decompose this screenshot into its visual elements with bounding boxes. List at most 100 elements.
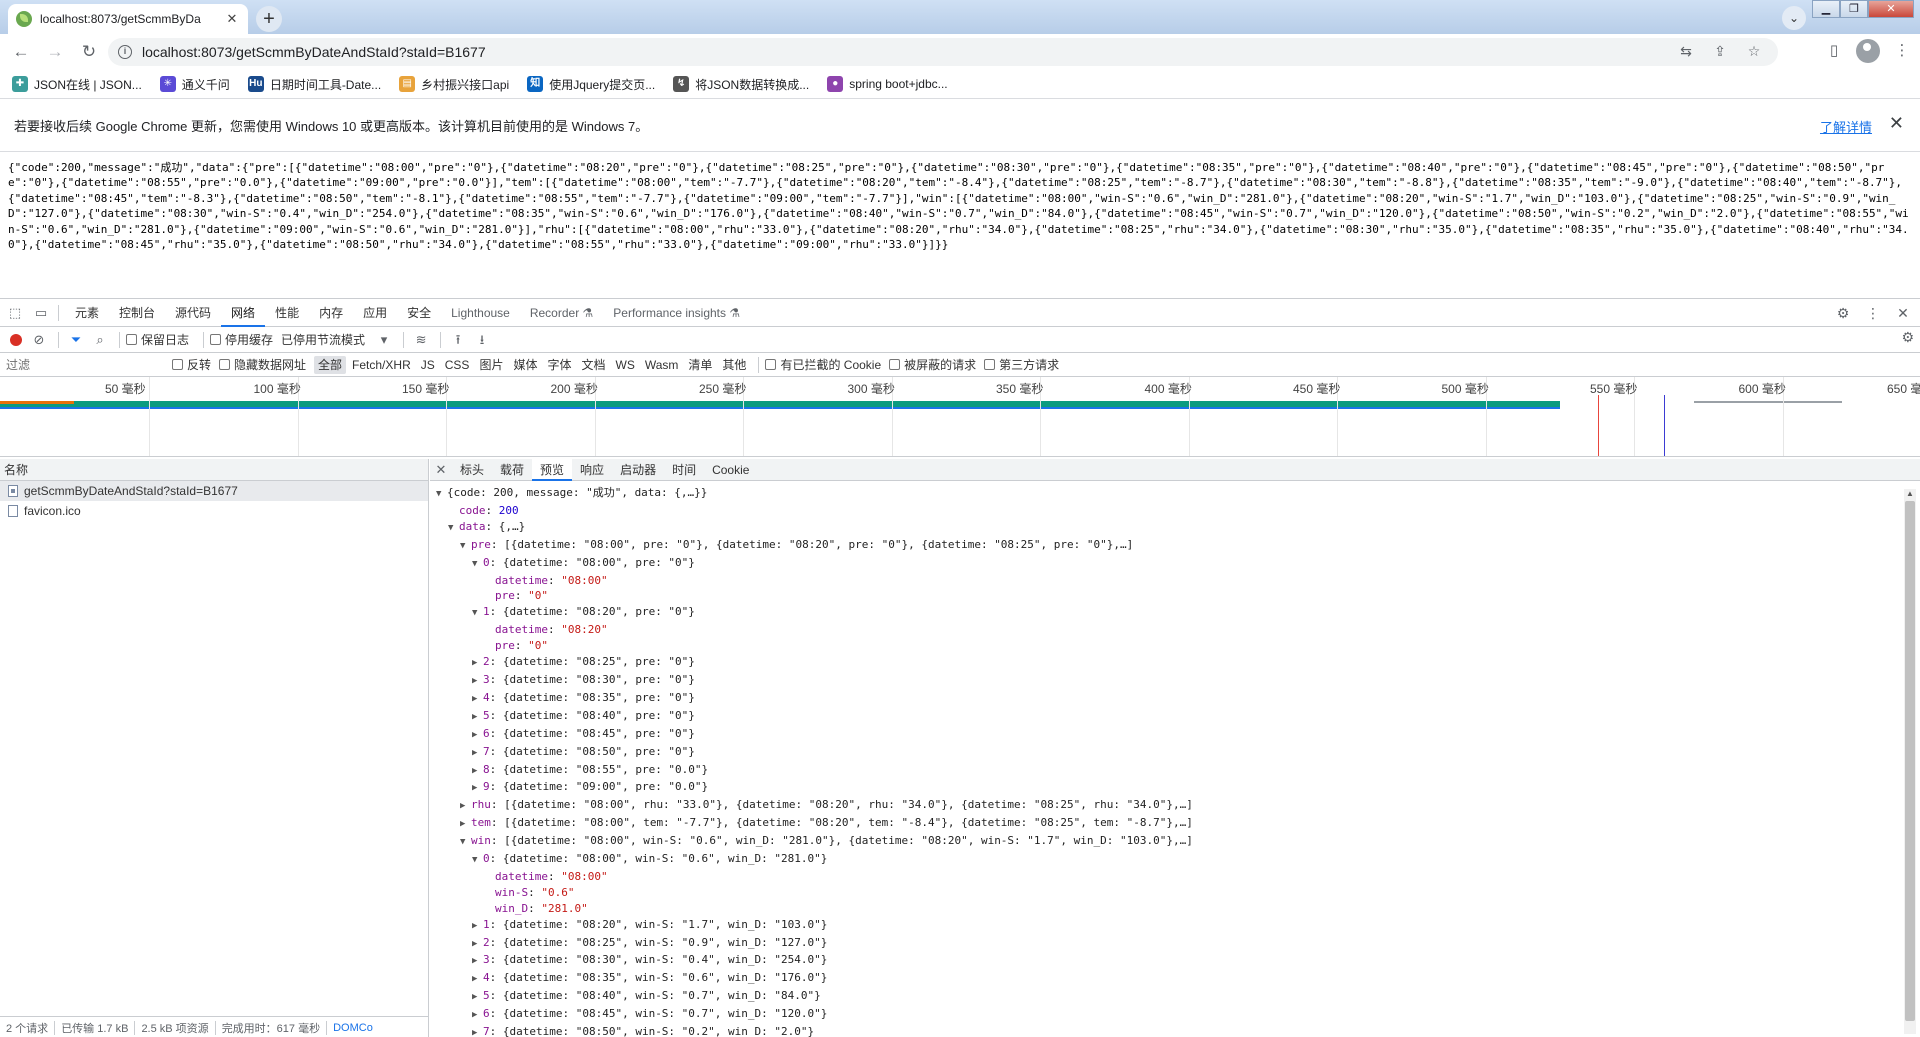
forward-arrow-icon[interactable]: → (42, 39, 68, 65)
filter-type-button[interactable]: 清单 (684, 356, 716, 374)
expand-triangle-closed-icon[interactable]: ▶ (460, 799, 471, 815)
preview-tree-line[interactable]: ▶ 1: {datetime: "08:20", win-S: "1.7", wi… (436, 917, 1896, 935)
preserve-log-checkbox[interactable]: 保留日志 (126, 331, 189, 348)
import-har-icon[interactable]: ⭱ (447, 329, 469, 351)
side-panel-icon[interactable]: ▯ (1822, 39, 1846, 63)
filter-type-button[interactable]: 图片 (475, 356, 507, 374)
preview-tree-line[interactable]: ▼ data: {,…} (436, 519, 1896, 537)
invert-checkbox[interactable]: 反转 (172, 356, 211, 373)
preview-tree-line[interactable]: win_D: "281.0" (436, 901, 1896, 917)
expand-triangle-closed-icon[interactable]: ▶ (472, 937, 483, 953)
expand-triangle-open-icon[interactable]: ▼ (460, 835, 471, 851)
devtools-menu-icon[interactable]: ⋮ (1862, 302, 1884, 324)
chevron-down-icon[interactable]: ▾ (373, 329, 395, 351)
expand-triangle-closed-icon[interactable]: ▶ (472, 692, 483, 708)
detail-tab[interactable]: 时间 (664, 459, 704, 481)
url-text[interactable]: localhost:8073/getScmmByDateAndStaId?sta… (142, 44, 486, 60)
bookmark-item[interactable]: ✚ JSON在线 | JSON... (12, 76, 142, 93)
detail-tab[interactable]: 预览 (532, 458, 573, 481)
close-detail-icon[interactable]: ✕ (430, 462, 452, 478)
expand-triangle-closed-icon[interactable]: ▶ (472, 990, 483, 1006)
expand-triangle-closed-icon[interactable]: ▶ (472, 656, 483, 672)
filter-type-button[interactable]: CSS (441, 356, 474, 374)
disable-cache-checkbox[interactable]: 停用缓存 (210, 331, 273, 348)
expand-triangle-closed-icon[interactable]: ▶ (460, 817, 471, 833)
tab-search-chevron-icon[interactable]: ⌄ (1782, 6, 1806, 30)
preview-tree-line[interactable]: ▶ 2: {datetime: "08:25", pre: "0"} (436, 654, 1896, 672)
preview-tree-line[interactable]: ▶ 2: {datetime: "08:25", win-S: "0.9", wi… (436, 935, 1896, 953)
preview-tree-line[interactable]: ▶ 6: {datetime: "08:45", pre: "0"} (436, 726, 1896, 744)
checkbox-box[interactable] (210, 334, 222, 345)
preview-tree-line[interactable]: ▼ win: [{datetime: "08:00", win-S: "0.6",… (436, 833, 1896, 851)
preview-tree-line[interactable]: ▶ 6: {datetime: "08:45", win-S: "0.7", wi… (436, 1006, 1896, 1024)
filter-funnel-icon[interactable]: ⏷ (65, 329, 87, 351)
preview-tree-line[interactable]: ▼ 0: {datetime: "08:00", pre: "0"} (436, 555, 1896, 573)
expand-triangle-closed-icon[interactable]: ▶ (472, 674, 483, 690)
network-conditions-icon[interactable]: ≋ (410, 329, 432, 351)
maximize-button[interactable]: ❐ (1840, 0, 1868, 18)
devtools-tab[interactable]: Lighthouse (441, 299, 520, 327)
request-row[interactable]: favicon.ico (0, 501, 428, 521)
infobar-close-icon[interactable]: ✕ (1889, 113, 1904, 134)
reload-icon[interactable]: ↻ (76, 39, 102, 65)
expand-triangle-open-icon[interactable]: ▼ (448, 521, 459, 537)
request-row[interactable]: getScmmByDateAndStaId?staId=B1677 (0, 481, 428, 501)
preview-tree-line[interactable]: ▶ 9: {datetime: "09:00", pre: "0.0"} (436, 779, 1896, 797)
minimize-button[interactable]: ▁ (1812, 0, 1840, 18)
filter-type-button[interactable]: 其他 (718, 356, 750, 374)
checkbox-box[interactable] (889, 359, 901, 370)
hide-data-urls-checkbox[interactable]: 隐藏数据网址 (219, 356, 306, 373)
expand-triangle-closed-icon[interactable]: ▶ (472, 781, 483, 797)
expand-triangle-closed-icon[interactable]: ▶ (472, 919, 483, 935)
filter-type-button[interactable]: Wasm (641, 356, 683, 374)
expand-triangle-open-icon[interactable]: ▼ (472, 606, 483, 622)
third-party-checkbox[interactable]: 第三方请求 (984, 356, 1059, 373)
preview-tree-line[interactable]: ▶ 3: {datetime: "08:30", pre: "0"} (436, 672, 1896, 690)
preview-tree-line[interactable]: ▶ 7: {datetime: "08:50", win-S: "0.2", wi… (436, 1024, 1896, 1037)
preview-tree-line[interactable]: ▶ 4: {datetime: "08:35", pre: "0"} (436, 690, 1896, 708)
checkbox-box[interactable] (765, 359, 777, 370)
blocked-cookies-checkbox[interactable]: 有已拦截的 Cookie (765, 356, 881, 373)
preview-tree-line[interactable]: datetime: "08:20" (436, 622, 1896, 638)
checkbox-box[interactable] (126, 334, 137, 345)
checkbox-box[interactable] (984, 359, 996, 370)
devtools-tab[interactable]: Recorder ⚗ (520, 299, 603, 327)
network-overview-timeline[interactable]: 50 毫秒 100 毫秒 150 毫秒 200 毫秒 250 毫秒 300 毫秒 350 毫… (0, 377, 1920, 457)
preview-tree-line[interactable]: datetime: "08:00" (436, 573, 1896, 589)
address-bar[interactable]: i localhost:8073/getScmmByDateAndStaId?s… (108, 38, 1778, 66)
bookmark-star-icon[interactable]: ☆ (1744, 41, 1764, 61)
filter-type-button[interactable]: WS (612, 356, 639, 374)
export-har-icon[interactable]: ⭳ (471, 329, 493, 351)
devtools-tab[interactable]: 性能 (265, 299, 309, 327)
preview-tree-line[interactable]: ▼ 1: {datetime: "08:20", pre: "0"} (436, 604, 1896, 622)
detail-tab[interactable]: Cookie (704, 459, 757, 481)
preview-tree-line[interactable]: ▶ 5: {datetime: "08:40", win-S: "0.7", wi… (436, 988, 1896, 1006)
scrollbar-thumb[interactable] (1905, 501, 1915, 1021)
expand-triangle-closed-icon[interactable]: ▶ (472, 728, 483, 744)
clear-icon[interactable]: ⊘ (28, 329, 50, 351)
checkbox-box[interactable] (172, 359, 183, 370)
bookmark-item[interactable]: ↯ 将JSON数据转换成... (673, 76, 809, 93)
profile-avatar-icon[interactable] (1856, 39, 1880, 63)
expand-triangle-closed-icon[interactable]: ▶ (472, 746, 483, 762)
scroll-up-arrow-icon[interactable]: ▲ (1904, 489, 1916, 498)
devtools-tab[interactable]: 控制台 (109, 299, 165, 327)
share-icon[interactable]: ⇪ (1710, 41, 1730, 61)
filter-type-button[interactable]: 全部 (314, 355, 347, 374)
expand-triangle-closed-icon[interactable]: ▶ (472, 764, 483, 780)
devtools-tab[interactable]: 应用 (353, 299, 397, 327)
devtools-close-icon[interactable]: ✕ (1892, 302, 1914, 324)
learn-more-link[interactable]: 了解详情 (1820, 117, 1872, 136)
name-column-header[interactable]: 名称 (0, 459, 428, 481)
bookmark-item[interactable]: ▤ 乡村振兴接口api (399, 76, 509, 93)
preview-tree-line[interactable]: datetime: "08:00" (436, 869, 1896, 885)
inspect-element-icon[interactable]: ⬚ (4, 302, 26, 324)
new-tab-button[interactable]: + (256, 6, 282, 32)
filter-type-button[interactable]: 文档 (577, 356, 609, 374)
expand-triangle-closed-icon[interactable]: ▶ (472, 1026, 483, 1037)
record-icon[interactable] (10, 333, 22, 346)
devtools-tab[interactable]: 源代码 (165, 299, 221, 327)
preview-tree-line[interactable]: ▶ rhu: [{datetime: "08:00", rhu: "33.0"},… (436, 797, 1896, 815)
translate-icon[interactable]: ⇆ (1676, 41, 1696, 61)
devtools-tab[interactable]: 元素 (65, 299, 109, 327)
